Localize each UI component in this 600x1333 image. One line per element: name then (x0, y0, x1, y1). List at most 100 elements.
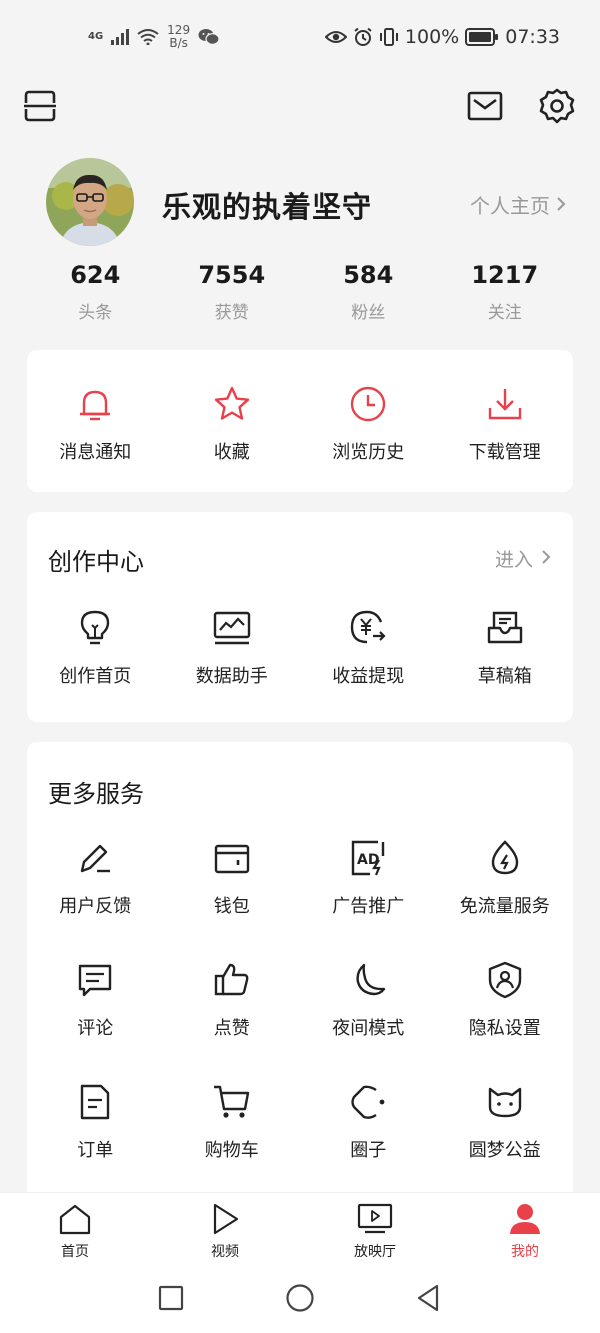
creation-center-title: 创作中心 (48, 548, 144, 576)
quick-action-downloads[interactable]: 下载管理 (437, 382, 574, 464)
service-label: 点赞 (213, 1018, 250, 1039)
scan-button[interactable] (20, 86, 60, 126)
download-icon (483, 382, 527, 426)
network-speed: 129 B/s (167, 24, 190, 50)
status-left: 4G 129 B/s (88, 24, 220, 50)
system-navigation-bar (0, 1268, 600, 1333)
wechat-icon (198, 28, 220, 46)
stat-followers[interactable]: 584 粉丝 (300, 258, 437, 323)
username: 乐观的执着坚守 (162, 190, 373, 224)
services-row-2: 评论 点赞 夜间模式 隐私设置 (27, 958, 573, 1040)
tab-video[interactable]: 视频 (150, 1193, 300, 1268)
status-bar: 4G 129 B/s 100% 07:33 (0, 0, 600, 76)
tab-mine[interactable]: 我的 (450, 1193, 600, 1268)
battery-icon (465, 28, 499, 46)
service-label: 购物车 (204, 1140, 259, 1161)
recent-apps-button[interactable] (151, 1282, 191, 1318)
creation-item-label: 创作首页 (59, 666, 132, 687)
privacy-shield-icon (483, 958, 527, 1002)
settings-button[interactable] (537, 86, 577, 126)
status-right: 100% 07:33 (324, 26, 560, 48)
stat-value: 624 (70, 261, 121, 289)
clock-icon (346, 382, 390, 426)
play-icon (208, 1203, 242, 1235)
lightbulb-icon (73, 606, 117, 650)
service-likes[interactable]: 点赞 (164, 958, 301, 1040)
square-icon (158, 1285, 184, 1315)
cart-icon (210, 1080, 254, 1124)
creation-item-drafts[interactable]: 草稿箱 (437, 606, 574, 688)
battery-percent: 100% (404, 26, 460, 48)
service-advertising[interactable]: AD 广告推广 (300, 836, 437, 918)
back-button[interactable] (408, 1282, 448, 1318)
yuan-withdraw-icon (346, 606, 390, 650)
tab-label: 放映厅 (354, 1244, 396, 1260)
homepage-label: 个人主页 (470, 194, 550, 218)
mail-icon (467, 90, 503, 122)
service-cart[interactable]: 购物车 (164, 1080, 301, 1162)
tab-home[interactable]: 首页 (0, 1193, 150, 1268)
service-privacy[interactable]: 隐私设置 (437, 958, 574, 1040)
quick-action-notifications[interactable]: 消息通知 (27, 382, 164, 464)
service-wallet[interactable]: 钱包 (164, 836, 301, 918)
eye-icon (324, 29, 347, 45)
service-label: 广告推广 (332, 896, 405, 917)
comment-icon (73, 958, 117, 1002)
chevron-right-icon (556, 193, 566, 217)
stats-row: 624 头条 7554 获赞 584 粉丝 1217 关注 (27, 258, 573, 323)
stat-following[interactable]: 1217 关注 (437, 258, 574, 323)
creation-item-label: 收益提现 (332, 666, 405, 687)
tab-label: 我的 (511, 1244, 539, 1260)
gear-icon (538, 87, 576, 125)
service-free-data[interactable]: 免流量服务 (437, 836, 574, 918)
avatar[interactable] (46, 158, 134, 246)
quick-actions-card: 消息通知 收藏 浏览历史 下载管理 (27, 350, 573, 492)
stat-likes[interactable]: 7554 获赞 (164, 258, 301, 323)
stat-value: 7554 (198, 261, 266, 289)
service-label: 夜间模式 (332, 1018, 405, 1039)
back-triangle-icon (415, 1284, 441, 1316)
ad-icon: AD (346, 836, 390, 880)
stat-value: 1217 (471, 261, 539, 289)
service-circles[interactable]: 圈子 (300, 1080, 437, 1162)
cat-face-icon (483, 1080, 527, 1124)
service-orders[interactable]: 订单 (27, 1080, 164, 1162)
creation-item-earnings[interactable]: 收益提现 (300, 606, 437, 688)
tab-theater[interactable]: 放映厅 (300, 1193, 450, 1268)
creation-center-grid: 创作首页 数据助手 收益提现 草稿箱 (27, 606, 573, 688)
service-label: 圈子 (350, 1140, 387, 1161)
creation-center-enter-link[interactable]: 进入 (495, 545, 551, 572)
quick-action-label: 消息通知 (59, 442, 132, 463)
home-icon (58, 1203, 92, 1235)
creation-item-home[interactable]: 创作首页 (27, 606, 164, 688)
quick-action-history[interactable]: 浏览历史 (300, 382, 437, 464)
chevron-right-icon (541, 548, 551, 570)
stat-posts[interactable]: 624 头条 (27, 258, 164, 323)
quick-actions-grid: 消息通知 收藏 浏览历史 下载管理 (27, 382, 573, 464)
services-row-1: 用户反馈 钱包 AD 广告推广 免流量服务 (27, 836, 573, 918)
stat-label: 关注 (487, 303, 522, 323)
signal-icon (111, 29, 130, 45)
circle-group-icon (346, 1080, 390, 1124)
clock-time: 07:33 (505, 26, 560, 48)
moon-icon (346, 958, 390, 1002)
home-nav-button[interactable] (280, 1282, 320, 1318)
mail-button[interactable] (465, 86, 505, 126)
creation-item-data[interactable]: 数据助手 (164, 606, 301, 688)
draft-box-icon (483, 606, 527, 650)
service-night-mode[interactable]: 夜间模式 (300, 958, 437, 1040)
personal-homepage-link[interactable]: 个人主页 (470, 190, 566, 219)
enter-label: 进入 (494, 549, 533, 571)
creation-center-card: 创作中心 进入 创作首页 数据助手 收益提现 草稿箱 (27, 512, 573, 722)
quick-action-favorites[interactable]: 收藏 (164, 382, 301, 464)
service-label: 订单 (77, 1140, 114, 1161)
service-label: 用户反馈 (59, 896, 132, 917)
bottom-tab-bar: 首页 视频 放映厅 我的 (0, 1192, 600, 1268)
service-charity[interactable]: 圆梦公益 (437, 1080, 574, 1162)
chart-monitor-icon (210, 606, 254, 650)
service-feedback[interactable]: 用户反馈 (27, 836, 164, 918)
stat-value: 584 (343, 261, 394, 289)
star-icon (210, 382, 254, 426)
wifi-icon (137, 29, 159, 45)
service-comments[interactable]: 评论 (27, 958, 164, 1040)
